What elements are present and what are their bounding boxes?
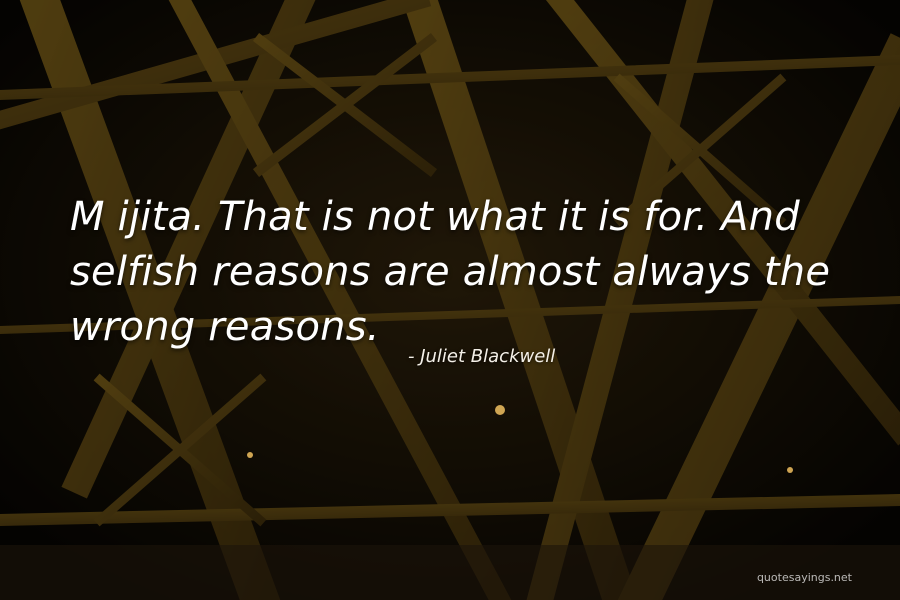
site-watermark: quotesayings.net xyxy=(756,571,852,584)
quote-author: - Juliet Blackwell xyxy=(408,346,556,367)
quote-text: M ijita. That is not what it is for. And… xyxy=(70,194,831,350)
